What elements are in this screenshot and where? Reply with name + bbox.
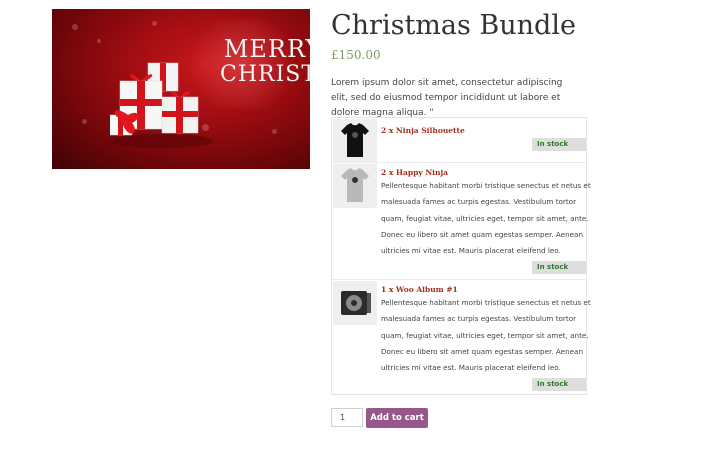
item-title-link[interactable]: 2 x Happy Ninja xyxy=(381,168,448,177)
grey-tshirt-icon xyxy=(341,168,369,202)
product-title: Christmas Bundle xyxy=(331,10,576,41)
image-text-merry: MERRY xyxy=(223,35,310,63)
snow-dot xyxy=(82,119,87,124)
stock-badge: In stock xyxy=(532,261,586,274)
album-icon xyxy=(341,291,371,315)
snow-dot xyxy=(272,129,277,134)
snow-dot xyxy=(152,21,157,26)
black-tshirt-icon xyxy=(341,123,369,157)
item-thumbnail[interactable] xyxy=(333,281,377,325)
item-description: Pellentesque habitant morbi tristique se… xyxy=(381,298,591,373)
gift-boxes-icon xyxy=(110,62,214,148)
bundled-item: 2 x Happy Ninja Pellentesque habitant mo… xyxy=(332,162,591,280)
snow-dot xyxy=(97,39,101,43)
item-description: Pellentesque habitant morbi tristique se… xyxy=(381,181,591,256)
bundled-items-table: 2 x Ninja Silhouette In stock 2 x Happy … xyxy=(331,117,591,396)
item-thumbnail[interactable] xyxy=(333,164,377,208)
image-text-christmas: CHRISTMAS xyxy=(220,62,310,87)
product-description: Lorem ipsum dolor sit amet, consectetur … xyxy=(331,78,563,118)
product-image[interactable]: MERRY CHRISTMAS xyxy=(52,9,310,169)
quantity-input[interactable] xyxy=(331,408,363,427)
stock-badge: In stock xyxy=(532,138,586,151)
item-thumbnail[interactable] xyxy=(333,119,377,163)
bundled-item: 1 x Woo Album #1 Pellentesque habitant m… xyxy=(332,279,591,396)
item-title-link[interactable]: 2 x Ninja Silhouette xyxy=(381,126,465,135)
product-price: £150.00 xyxy=(331,48,381,62)
item-title-link[interactable]: 1 x Woo Album #1 xyxy=(381,285,458,294)
snow-dot xyxy=(72,24,78,30)
bundled-item: 2 x Ninja Silhouette In stock xyxy=(332,118,586,163)
stock-badge: In stock xyxy=(532,378,586,391)
add-to-cart-button[interactable]: Add to cart xyxy=(366,408,428,428)
